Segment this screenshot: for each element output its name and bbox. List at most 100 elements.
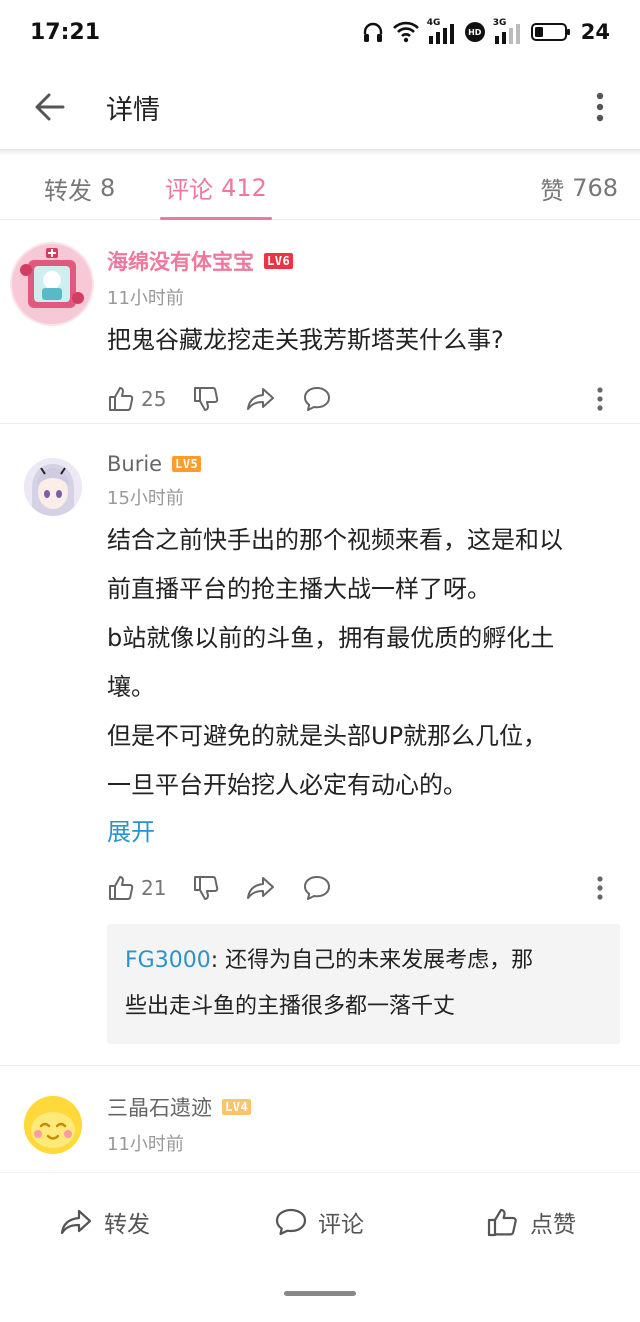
signal-3g-icon: 3G [492,18,523,44]
reply-line: 些出走斗鱼的主播很多都一落千丈 [125,994,456,1019]
headphones-icon [363,22,382,42]
comment-body: Burie LV5 15小时前 结合之前快手出的那个视频来看，这是和以 前直播平台… [107,452,620,1044]
reply-separator: : [210,948,219,973]
tab-repost-label: 转发 [44,176,92,205]
comment-header: 海绵没有体宝宝 LV6 [107,246,620,276]
comment-line: 结合之前快手出的那个视频来看，这是和以 [107,526,563,554]
comment-label: 评论 [318,1212,364,1238]
hd-icon: HD [464,22,485,42]
timestamp: 15小时前 [107,488,184,509]
tab-like[interactable]: 赞 768 [540,156,618,220]
timestamp: 11小时前 [107,288,184,309]
username[interactable]: Burie [107,452,162,476]
comment-header: Burie LV5 [107,452,620,476]
username[interactable]: 海绵没有体宝宝 [107,246,254,276]
avatar-image [24,458,82,516]
avatar[interactable] [10,242,94,326]
comment-actions: 21 [107,858,620,918]
tab-like-count: 768 [572,174,618,202]
level-badge: LV6 [264,253,294,269]
more-vertical-icon [596,92,604,122]
comment-text[interactable]: 把鬼谷藏龙挖走关我芳斯塔芙什么事? [107,316,620,365]
repost-button[interactable]: 转发 [60,1173,150,1271]
comment-line: b站就像以前的斗鱼，拥有最优质的孵化土 [107,624,555,652]
thumbs-down-icon [194,876,219,900]
comment-more-button[interactable] [580,858,620,918]
comment-line: 壤。 [107,673,155,701]
tab-bar: 转发 8 评论 412 赞 768 [0,156,640,220]
status-time: 17:21 [30,19,101,45]
wifi-icon [392,21,419,43]
tab-comment-count: 412 [221,173,267,202]
hd-label: HD [468,27,482,37]
comment-button[interactable]: 评论 [274,1173,364,1271]
reply-preview[interactable]: FG3000: 还得为自己的未来发展考虑，那 些出走斗鱼的主播很多都一落千丈 [107,924,620,1044]
more-vertical-icon [597,387,603,411]
like-post-button[interactable]: 点赞 [486,1173,576,1271]
comment-body: 海绵没有体宝宝 LV6 11小时前 把鬼谷藏龙挖走关我芳斯塔芙什么事? 25 [107,246,620,429]
like-count: 21 [141,876,167,900]
page-title: 详情 [106,94,160,126]
avatar[interactable] [24,1096,82,1154]
like-count: 25 [141,387,167,411]
comment-more-button[interactable] [580,369,620,429]
comment-line: 前直播平台的抢主播大战一样了呀。 [107,575,491,603]
home-indicator[interactable] [284,1291,356,1296]
reply-button[interactable] [302,385,332,413]
avatar[interactable] [24,458,82,516]
username[interactable]: 三晶石遗迹 [107,1092,212,1122]
comment-text[interactable]: 结合之前快手出的那个视频来看，这是和以 前直播平台的抢主播大战一样了呀。 b站就… [107,516,620,810]
reply-text: 还得为自己的未来发展考虑，那 [218,948,534,973]
more-vertical-icon [597,876,603,900]
reply-button[interactable] [302,874,332,902]
thumbs-down-icon [194,387,219,411]
like-button[interactable]: 25 [107,385,166,413]
tab-repost-count: 8 [100,174,116,202]
comment-actions: 25 [107,369,620,429]
tab-repost[interactable]: 转发 8 [44,156,115,220]
like-button[interactable]: 21 [107,874,166,902]
status-bar: 17:21 4G HD 3G 24 [0,0,640,64]
comment-item: 三晶石遗迹 LV4 11小时前 [0,1066,640,1172]
like-label: 点赞 [530,1212,576,1238]
arrow-left-icon [35,93,65,121]
comment-bubble-icon [304,876,331,900]
share-icon [247,388,275,410]
timestamp: 11小时前 [107,1134,184,1155]
tab-like-label: 赞 [540,176,565,205]
comment-item: Burie LV5 15小时前 结合之前快手出的那个视频来看，这是和以 前直播平台… [0,424,640,1066]
app-bar: 详情 [0,64,640,150]
level-badge: LV4 [222,1099,252,1115]
reply-username[interactable]: FG3000 [125,948,211,973]
comment-list[interactable]: 海绵没有体宝宝 LV6 11小时前 把鬼谷藏龙挖走关我芳斯塔芙什么事? 25 B… [0,222,640,1172]
thumbs-up-icon [109,876,134,900]
status-icons: 4G HD 3G 24 [361,18,610,44]
back-button[interactable] [14,71,86,143]
tab-comment[interactable]: 评论 412 [160,156,272,220]
share-icon [60,1209,92,1235]
network-type-label-2: 3G [492,18,507,28]
dislike-button[interactable] [192,385,220,413]
reply-line: FG3000: 还得为自己的未来发展考虑，那 [125,938,602,984]
avatar-image [24,1096,82,1154]
level-badge: LV5 [172,456,202,472]
comment-line: 把鬼谷藏龙挖走关我芳斯塔芙什么事? [107,326,504,354]
share-button[interactable] [246,385,276,413]
comment-header: 三晶石遗迹 LV4 [107,1092,620,1122]
repost-label: 转发 [104,1212,150,1238]
share-button[interactable] [246,874,276,902]
bottom-action-bar: 转发 评论 点赞 [0,1172,640,1270]
more-button[interactable] [580,77,620,137]
comment-body: 三晶石遗迹 LV4 11小时前 [107,1092,620,1156]
battery-level: 24 [580,20,610,44]
expand-link[interactable]: 展开 [107,810,620,854]
thumbs-up-icon [487,1208,517,1237]
thumbs-up-icon [109,387,134,411]
signal-4g-icon: 4G [426,18,457,44]
comment-bubble-icon [275,1208,307,1236]
dislike-button[interactable] [192,874,220,902]
comment-item: 海绵没有体宝宝 LV6 11小时前 把鬼谷藏龙挖走关我芳斯塔芙什么事? 25 [0,222,640,424]
tab-comment-label: 评论 [165,176,214,204]
network-type-label: 4G [426,18,441,28]
comment-line: 但是不可避免的就是头部UP就那么几位， [107,722,548,750]
